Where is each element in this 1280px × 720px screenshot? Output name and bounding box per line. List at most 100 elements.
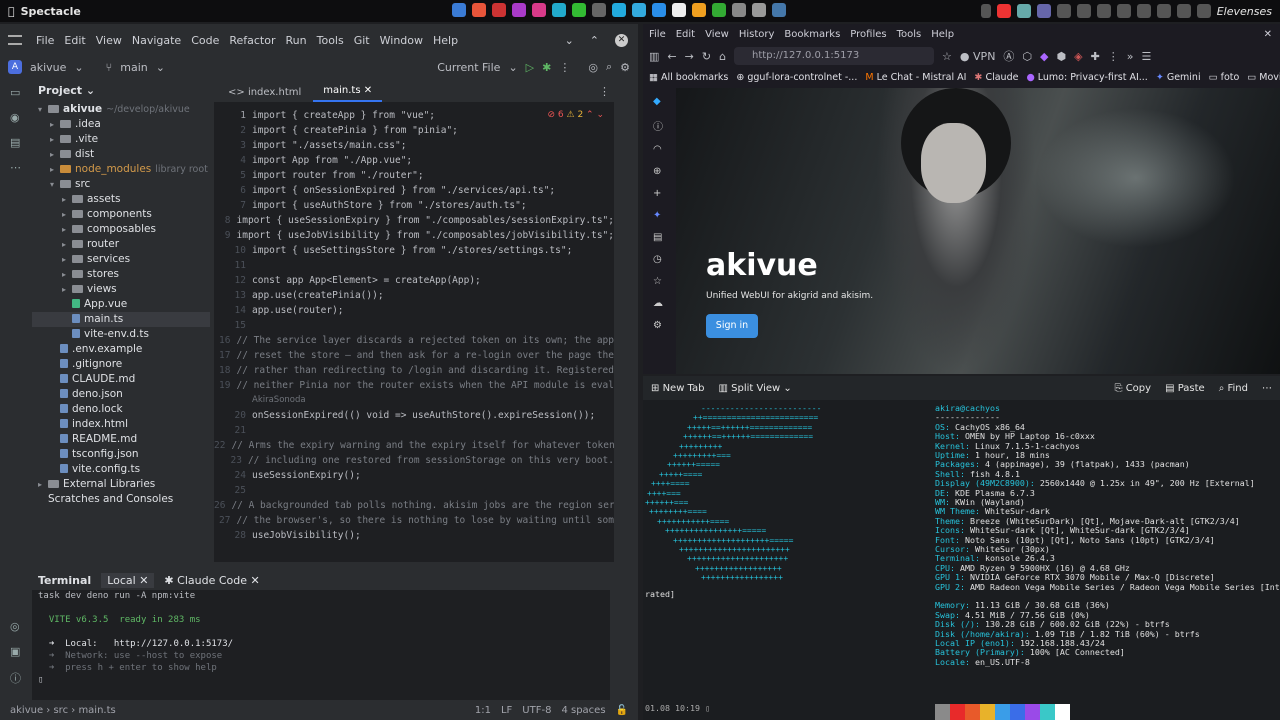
expand-arrow-icon[interactable]: ▸ [50, 162, 60, 177]
code-line[interactable]: 8 import { useSessionExpiry } from "./com… [214, 213, 614, 228]
code-line[interactable]: 3 import "./assets/main.css"; [214, 138, 614, 153]
extension-icon[interactable]: ⬢ [1057, 50, 1067, 63]
branch-switcher[interactable]: main [120, 61, 147, 74]
settings-icon[interactable] [752, 3, 766, 17]
tree-item[interactable]: Scratches and Consoles [32, 492, 210, 507]
menu-view[interactable]: View [96, 34, 122, 47]
gear-icon[interactable]: ⚙ [620, 61, 630, 74]
overflow-icon[interactable]: » [1127, 50, 1134, 63]
tree-item[interactable]: CLAUDE.md [32, 372, 210, 387]
debug-icon[interactable]: ✱ [542, 61, 551, 74]
tree-item[interactable]: index.html [32, 417, 210, 432]
chevron-right-icon[interactable] [592, 3, 606, 17]
konsole-output[interactable]: ------------------------- ++=============… [643, 403, 1280, 720]
more-icon[interactable]: ⋮ [595, 81, 614, 102]
code-line[interactable]: 9 import { useJobVisibility } from "./com… [214, 228, 614, 243]
menu-tools[interactable]: Tools [317, 34, 344, 47]
apple-logo-icon[interactable]:  [8, 5, 15, 18]
code-line[interactable]: 24 useSessionExpiry(); [214, 468, 614, 483]
finder-icon[interactable] [452, 3, 466, 17]
home-icon[interactable]: ⌂ [719, 50, 726, 63]
active-app-name[interactable]: Spectacle [21, 5, 81, 18]
spreadsheet-icon[interactable] [572, 3, 586, 17]
monitor-icon[interactable] [1056, 4, 1071, 18]
chevron-down-icon[interactable]: ⌄ [565, 34, 574, 47]
phpstorm-icon[interactable] [512, 3, 526, 17]
bitwarden-icon[interactable] [612, 3, 626, 17]
battery-icon[interactable] [1116, 4, 1131, 18]
code-line[interactable]: 4 import App from "./App.vue"; [214, 153, 614, 168]
tree-item[interactable]: ▸ assets [32, 192, 210, 207]
code-line[interactable]: 19 // neither Pinia nor the router exists… [214, 378, 614, 393]
code-line[interactable]: 23 // including one restored from session… [214, 453, 615, 468]
breadcrumb[interactable]: akivue › src › main.ts [10, 705, 116, 716]
app-icon[interactable]: ◆ [653, 96, 665, 107]
tree-item[interactable]: ▸ .idea [32, 117, 210, 132]
account-icon[interactable]: Ⓐ [1003, 48, 1014, 64]
code-line[interactable]: 27 // the browser's, so there is nothing … [214, 513, 614, 528]
ai-icon[interactable]: ◎ [588, 61, 598, 74]
tab-claude-code[interactable]: ✱ Claude Code ✕ [164, 574, 259, 587]
bookmark-all[interactable]: ▦ All bookmarks [649, 72, 728, 83]
breadcrumb-item[interactable]: main.ts [78, 705, 115, 716]
expand-arrow-icon[interactable]: ▾ [50, 177, 60, 192]
code-line[interactable]: 20 onSessionExpired(() void => useAuthSto… [214, 408, 614, 423]
lock-icon[interactable]: 🔓 [616, 705, 628, 716]
code-line[interactable]: 26 // A backgrounded tab polls nothing. a… [214, 498, 614, 513]
hamburger-icon[interactable] [8, 35, 22, 45]
commit-icon[interactable]: ◉ [10, 111, 22, 124]
code-line[interactable]: 13 app.use(createPinia()); [214, 288, 614, 303]
bookmark-claude[interactable]: ✱ Claude [974, 72, 1018, 83]
volume-icon[interactable] [1096, 4, 1111, 18]
tree-item[interactable]: App.vue [32, 297, 210, 312]
reload-icon[interactable]: ↻ [702, 50, 711, 63]
new-tab-button[interactable]: ⊞ New Tab [651, 383, 704, 394]
clock-text[interactable]: Elevenses [1217, 5, 1272, 18]
info-icon[interactable]: ⓘ [653, 118, 665, 133]
expand-arrow-icon[interactable]: ▸ [38, 477, 48, 492]
webstorm-icon[interactable] [552, 3, 566, 17]
tree-item[interactable]: ▸ stores [32, 267, 210, 282]
code-line[interactable]: 5 import router from "./router"; [214, 168, 614, 183]
tab-local[interactable]: Local ✕ [101, 572, 155, 588]
expand-arrow-icon[interactable]: ▸ [50, 147, 60, 162]
trash-icon[interactable] [1196, 4, 1211, 18]
tree-item[interactable]: deno.lock [32, 402, 210, 417]
code-lines[interactable]: 1 import { createApp } from "vue"; 2 import… [214, 108, 614, 543]
notification-icon[interactable] [980, 4, 991, 18]
terminal-output[interactable]: task dev deno run -A npm:vite VITE v6.3.… [32, 590, 610, 686]
brightness-icon[interactable] [1136, 4, 1151, 18]
lock-icon[interactable] [1036, 4, 1051, 18]
firefox-icon[interactable] [472, 3, 486, 17]
back-icon[interactable]: ← [667, 50, 676, 63]
tree-item[interactable]: ▸ composables [32, 222, 210, 237]
structure-icon[interactable]: ▤ [10, 136, 22, 149]
bug-icon[interactable] [772, 3, 786, 17]
tree-item[interactable]: ▸ dist [32, 147, 210, 162]
arc-icon[interactable]: ◠ [653, 144, 665, 155]
menu-git[interactable]: Git [354, 34, 370, 47]
expand-arrow-icon[interactable]: ▾ [38, 102, 48, 117]
indent-setting[interactable]: 4 spaces [561, 705, 605, 716]
bookmark-gemini[interactable]: ✦ Gemini [1156, 72, 1201, 83]
code-line[interactable]: 15 [214, 318, 614, 333]
vscode-icon[interactable] [652, 3, 666, 17]
menu-code[interactable]: Code [191, 34, 219, 47]
code-line[interactable]: 25 [214, 483, 614, 498]
cloud-icon[interactable]: ☁ [653, 298, 665, 309]
notes-icon[interactable] [672, 3, 686, 17]
tab-main-ts[interactable]: main.ts ✕ [313, 81, 383, 102]
tree-item[interactable]: ▸ .vite [32, 132, 210, 147]
copy-button[interactable]: ⎘ Copy [1115, 383, 1152, 394]
find-button[interactable]: ⌕ Find [1219, 383, 1248, 394]
code-line[interactable]: 14 app.use(router); [214, 303, 614, 318]
menu-file[interactable]: File [36, 34, 54, 47]
tree-item[interactable]: tsconfig.json [32, 447, 210, 462]
extension-icon[interactable]: ◈ [1074, 50, 1082, 63]
project-switcher[interactable]: akivue [30, 61, 66, 74]
star-icon[interactable]: ☆ [942, 50, 952, 63]
vlc-icon[interactable] [692, 3, 706, 17]
menu-refactor[interactable]: Refactor [229, 34, 275, 47]
ai-icon[interactable]: ✦ [653, 210, 665, 221]
expand-arrow-icon[interactable]: ▸ [62, 192, 72, 207]
